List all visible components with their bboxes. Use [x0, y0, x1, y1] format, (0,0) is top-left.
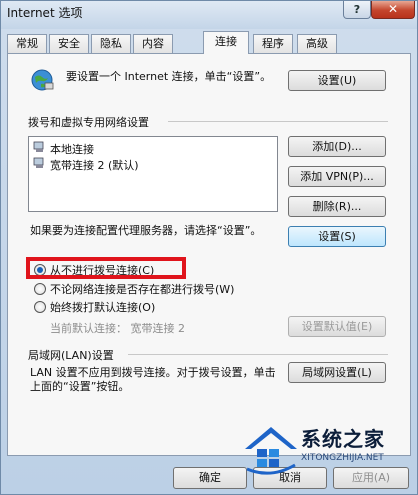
set-default-button[interactable]: 设置默认值(E) [288, 316, 386, 337]
dialup-separator [168, 121, 388, 122]
watermark-brand: 系统之家 [301, 427, 385, 451]
tab-connections[interactable]: 连接 [203, 31, 249, 54]
lan-group-label: 局域网(LAN)设置 [28, 349, 114, 362]
network-connection-icon [33, 157, 47, 172]
connection-settings-button[interactable]: 设置(S) [288, 226, 386, 247]
radio-unselected-icon [34, 283, 46, 295]
watermark: 系统之家 XITONGZHIJIA.NET [239, 417, 417, 479]
watermark-url: XITONGZHIJIA.NET [301, 453, 384, 463]
current-default-value: 宽带连接 2 [130, 322, 186, 335]
window-title: Internet 选项 [7, 6, 83, 20]
ok-button[interactable]: 确定 [173, 467, 247, 489]
connection-label: 宽带连接 2 (默认) [50, 158, 139, 172]
red-highlight-annotation [26, 257, 186, 279]
internet-options-window: Internet 选项 ? ✕ 常规 安全 隐私 内容 连接 程序 高级 要设置… [0, 0, 418, 495]
current-default-label: 当前默认连接： [50, 322, 127, 335]
connections-listbox[interactable]: 本地连接 宽带连接 2 (默认) [28, 136, 278, 212]
title-bar: Internet 选项 ? ✕ [1, 1, 417, 29]
list-item[interactable]: 本地连接 [33, 141, 94, 156]
proxy-description: 如果要为连接配置代理服务器，请选择“设置”。 [30, 224, 262, 237]
tab-security[interactable]: 安全 [49, 34, 89, 53]
house-logo-icon [243, 423, 299, 475]
add-connection-button[interactable]: 添加(D)... [288, 136, 386, 157]
tab-general[interactable]: 常规 [7, 34, 47, 53]
tab-advanced[interactable]: 高级 [297, 34, 337, 53]
setup-button[interactable]: 设置(U) [288, 70, 386, 91]
add-vpn-button[interactable]: 添加 VPN(P)... [288, 166, 386, 187]
delete-connection-button[interactable]: 删除(R)... [288, 196, 386, 217]
radio-dial-whenever[interactable]: 不论网络连接是否存在都进行拨号(W) [34, 281, 234, 297]
list-item[interactable]: 宽带连接 2 (默认) [33, 157, 139, 172]
connection-label: 本地连接 [50, 142, 94, 156]
globe-network-icon [30, 68, 54, 92]
radio-always-dial[interactable]: 始终拨打默认连接(O) [34, 299, 155, 315]
network-connection-icon [33, 141, 47, 156]
current-default-connection: 当前默认连接： 宽带连接 2 [50, 320, 185, 336]
lan-description: LAN 设置不应用到拨号连接。对于拨号设置，单击上面的“设置”按钮。 [30, 366, 276, 393]
radio-unselected-icon [34, 301, 46, 313]
lan-settings-button[interactable]: 局域网设置(L) [288, 362, 386, 383]
setup-description: 要设置一个 Internet 连接，单击“设置”。 [66, 70, 272, 83]
lan-separator [128, 354, 388, 355]
radio-label: 不论网络连接是否存在都进行拨号(W) [50, 283, 235, 296]
connections-panel: 要设置一个 Internet 连接，单击“设置”。 设置(U) 拨号和虚拟专用网… [7, 53, 411, 456]
tab-content[interactable]: 内容 [133, 34, 173, 53]
help-button[interactable]: ? [343, 1, 371, 19]
radio-label: 始终拨打默认连接(O) [50, 301, 156, 314]
close-button[interactable]: ✕ [371, 1, 415, 19]
tab-programs[interactable]: 程序 [253, 34, 293, 53]
tab-privacy[interactable]: 隐私 [91, 34, 131, 53]
dialup-group-label: 拨号和虚拟专用网络设置 [28, 116, 149, 129]
